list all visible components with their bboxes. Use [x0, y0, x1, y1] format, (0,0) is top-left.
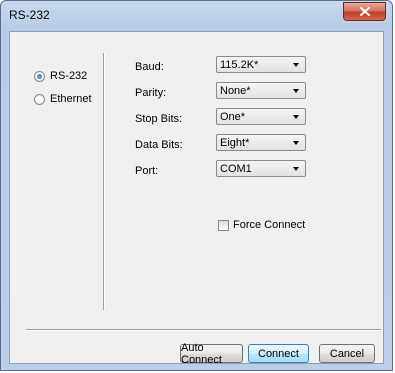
window-title: RS-232	[9, 8, 50, 22]
chevron-down-icon	[293, 115, 299, 119]
data-bits-value: Eight*	[220, 137, 250, 149]
radio-label-rs232: RS-232	[50, 70, 88, 82]
force-connect-option[interactable]: Force Connect	[218, 219, 305, 231]
chevron-down-icon	[293, 63, 299, 67]
parity-select[interactable]: None*	[216, 82, 306, 99]
baud-value: 115.2K*	[220, 59, 259, 71]
chevron-down-icon	[293, 89, 299, 93]
stop-bits-value: One*	[220, 111, 246, 123]
connect-button[interactable]: Connect	[248, 344, 309, 363]
dialog-window: RS-232 RS-232 Ethernet Baud: 115.2K* Par…	[0, 0, 393, 371]
force-connect-checkbox[interactable]	[218, 219, 229, 231]
auto-connect-button[interactable]: Auto Connect	[180, 342, 243, 366]
horizontal-divider	[26, 329, 381, 331]
chevron-down-icon	[293, 167, 299, 171]
chevron-down-icon	[293, 141, 299, 145]
parity-label: Parity:	[135, 87, 167, 99]
baud-label: Baud:	[135, 61, 164, 73]
cancel-button[interactable]: Cancel	[319, 344, 375, 363]
radio-rs232[interactable]: RS-232	[34, 70, 87, 82]
close-button[interactable]	[343, 2, 386, 21]
radio-label-ethernet: Ethernet	[50, 93, 92, 105]
radio-button-rs232[interactable]	[34, 70, 45, 82]
data-bits-label: Data Bits:	[135, 139, 183, 151]
dialog-body: RS-232 Ethernet Baud: 115.2K* Parity: No…	[9, 31, 384, 366]
stop-bits-label: Stop Bits:	[135, 113, 183, 125]
port-select[interactable]: COM1	[216, 160, 306, 177]
vertical-divider	[103, 53, 105, 310]
radio-button-ethernet[interactable]	[34, 93, 45, 105]
force-connect-label: Force Connect	[233, 219, 306, 231]
data-bits-select[interactable]: Eight*	[216, 134, 306, 151]
radio-ethernet[interactable]: Ethernet	[34, 93, 92, 105]
port-value: COM1	[220, 163, 252, 175]
stop-bits-select[interactable]: One*	[216, 108, 306, 125]
close-icon	[359, 7, 370, 16]
title-bar[interactable]: RS-232	[1, 1, 392, 31]
parity-value: None*	[220, 85, 251, 97]
port-label: Port:	[135, 165, 159, 177]
baud-select[interactable]: 115.2K*	[216, 56, 306, 73]
